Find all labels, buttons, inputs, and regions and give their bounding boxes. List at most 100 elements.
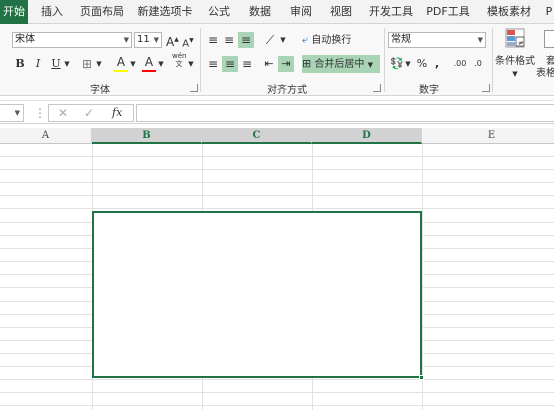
chevron-down-icon: ▼	[367, 61, 373, 69]
conditional-format-icon[interactable]: ≠	[505, 28, 525, 48]
row-line	[0, 405, 554, 406]
currency-icon[interactable]: 💱	[390, 56, 404, 72]
tab-developer[interactable]: 开发工具	[366, 0, 416, 24]
fill-color-dropdown[interactable]: ▼	[128, 56, 138, 72]
insert-function-icon[interactable]: fx	[112, 104, 126, 122]
row-line	[0, 195, 554, 196]
column-header-c[interactable]: C	[202, 128, 312, 144]
chevron-down-icon: ▼	[123, 36, 129, 44]
alignment-group-label: 对齐方式	[267, 85, 307, 96]
font-name-value: 宋体	[15, 34, 35, 45]
align-right-icon[interactable]: ≡	[240, 56, 254, 72]
tab-view[interactable]: 视图	[326, 0, 356, 24]
row-line	[0, 169, 554, 170]
chevron-down-icon: ▼	[153, 36, 159, 44]
column-header-d[interactable]: D	[312, 128, 422, 144]
font-color-swatch	[142, 70, 156, 72]
shrink-font-button[interactable]: A▼	[182, 33, 194, 49]
tab-review[interactable]: 审阅	[286, 0, 316, 24]
phonetic-label: wén	[172, 52, 187, 60]
chevron-down-icon: ▼	[14, 109, 20, 117]
conditional-format-dropdown[interactable]: ▼	[510, 66, 520, 82]
ribbon-separator	[200, 28, 201, 92]
tab-formulas[interactable]: 公式	[204, 0, 234, 24]
underline-dropdown[interactable]: ▼	[62, 56, 72, 72]
font-size-value: 11	[137, 34, 150, 45]
font-name-combo[interactable]: 宋体 ▼	[12, 32, 132, 48]
merge-center-label: 合并后居中	[314, 59, 365, 70]
chevron-down-icon: ▼	[477, 36, 483, 44]
formula-bar: ▼ ⋮ ✕ ✓ fx	[0, 100, 554, 124]
tab-page-layout[interactable]: 页面布局	[78, 0, 126, 24]
column-header-b[interactable]: B	[92, 128, 202, 144]
name-box[interactable]: ▼	[0, 104, 24, 122]
decrease-decimal-button[interactable]: .0	[470, 56, 486, 72]
wrap-text-button[interactable]: ⤶ 自动换行	[302, 32, 362, 48]
column-line	[422, 144, 423, 410]
font-group-label: 字体	[90, 85, 110, 96]
wrap-text-icon: ⤶	[302, 33, 309, 46]
table-format-label-2[interactable]: 表格	[535, 66, 554, 82]
alignment-dialog-launcher-icon[interactable]	[373, 84, 381, 92]
ribbon-tab-strip: 开始 插入 页面布局 新建选项卡 公式 数据 审阅 视图 开发工具 PDF工具 …	[0, 0, 554, 24]
ribbon: 宋体 ▼ 11 ▼ A▲ A▼ B I U ▼ ⊞ ▼ A ▼ A ▼ wén 文…	[0, 24, 554, 96]
phonetic-dropdown[interactable]: ▼	[186, 56, 196, 72]
column-headers: A B C D E	[0, 128, 554, 144]
currency-dropdown[interactable]: ▼	[404, 56, 412, 72]
merge-center-button[interactable]: ⊞ 合并后居中 ▼	[302, 55, 380, 73]
number-dialog-launcher-icon[interactable]	[482, 84, 490, 92]
align-center-icon[interactable]: ≡	[222, 56, 238, 72]
increase-decimal-button[interactable]: .00	[452, 56, 468, 72]
number-format-combo[interactable]: 常规 ▼	[388, 32, 486, 48]
tab-template[interactable]: 模板素材	[482, 0, 536, 24]
fill-color-icon[interactable]: A	[114, 54, 128, 70]
fill-handle[interactable]	[419, 375, 424, 380]
row-line	[0, 182, 554, 183]
tab-more[interactable]: P	[542, 0, 554, 24]
italic-button[interactable]: I	[32, 56, 44, 72]
font-size-combo[interactable]: 11 ▼	[134, 32, 162, 48]
ribbon-separator	[384, 28, 385, 92]
table-format-icon[interactable]	[544, 30, 554, 48]
selected-merged-range[interactable]	[92, 211, 422, 378]
more-options-icon[interactable]: ⋮	[34, 104, 46, 122]
align-top-icon[interactable]: ≡	[206, 32, 220, 48]
align-middle-icon[interactable]: ≡	[222, 32, 236, 48]
phonetic-icon[interactable]: wén 文	[172, 52, 186, 68]
column-header-e[interactable]: E	[422, 128, 554, 144]
borders-icon[interactable]: ⊞	[80, 56, 94, 72]
cancel-icon[interactable]: ✕	[58, 104, 70, 122]
grow-font-button[interactable]: A▲	[166, 32, 179, 49]
font-color-dropdown[interactable]: ▼	[156, 56, 166, 72]
row-line	[0, 392, 554, 393]
orientation-dropdown[interactable]: ▼	[278, 32, 288, 48]
row-line	[0, 208, 554, 209]
tab-new-tab[interactable]: 新建选项卡	[136, 0, 194, 24]
formula-input[interactable]	[136, 104, 554, 122]
increase-decimal-icon: .00	[453, 59, 467, 68]
font-color-icon[interactable]: A	[142, 54, 156, 70]
wrap-text-label: 自动换行	[311, 35, 352, 46]
increase-indent-icon[interactable]: ⇥	[278, 56, 294, 72]
bold-button[interactable]: B	[14, 56, 26, 72]
decrease-indent-icon[interactable]: ⇤	[262, 56, 276, 72]
number-group-label: 数字	[419, 85, 439, 96]
grow-font-icon: A	[166, 35, 175, 49]
number-format-value: 常规	[391, 34, 411, 45]
underline-button[interactable]: U	[50, 56, 62, 72]
tab-insert[interactable]: 插入	[36, 0, 68, 24]
tab-pdf-tools[interactable]: PDF工具	[424, 0, 472, 24]
borders-dropdown[interactable]: ▼	[94, 56, 104, 72]
comma-button[interactable]: ,	[432, 56, 442, 72]
column-header-a[interactable]: A	[0, 128, 92, 144]
row-line	[0, 156, 554, 157]
align-bottom-icon[interactable]: ≡	[238, 32, 254, 48]
align-left-icon[interactable]: ≡	[206, 56, 220, 72]
font-dialog-launcher-icon[interactable]	[190, 84, 198, 92]
enter-icon[interactable]: ✓	[84, 104, 96, 122]
tab-home[interactable]: 开始	[0, 0, 28, 24]
percent-button[interactable]: %	[416, 56, 428, 72]
tab-data[interactable]: 数据	[244, 0, 276, 24]
orientation-icon[interactable]: ⟋	[262, 32, 278, 48]
fill-color-swatch	[114, 70, 128, 72]
